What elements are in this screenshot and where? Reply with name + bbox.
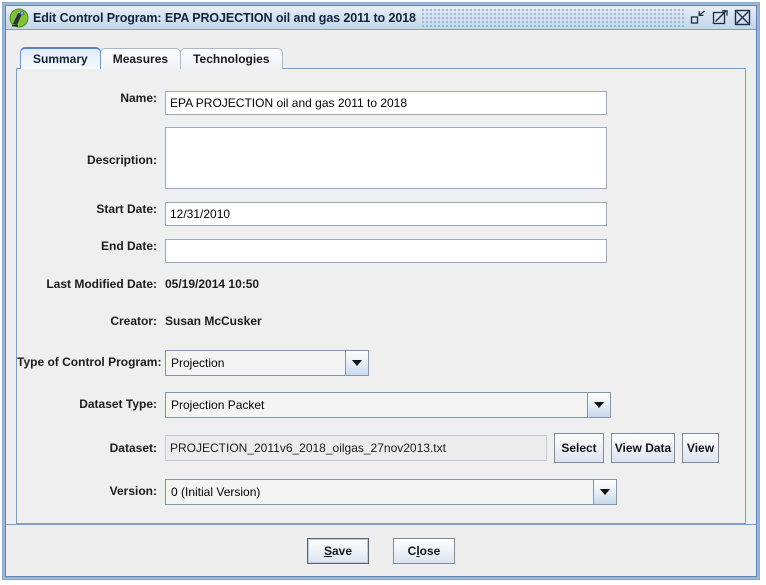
- dataset-type-value: Projection Packet: [166, 393, 587, 417]
- chevron-down-icon[interactable]: [593, 480, 616, 504]
- save-label-rest: ave: [331, 543, 353, 558]
- chevron-down-icon[interactable]: [587, 393, 610, 417]
- field-row-creator: Creator: Susan McCusker: [17, 314, 745, 328]
- smokestack-icon: [9, 8, 29, 28]
- tab-area: Summary Measures Technologies Name: EPA …: [6, 30, 756, 524]
- field-row-dataset-type: Dataset Type: Projection Packet: [17, 392, 745, 418]
- tab-summary[interactable]: Summary: [20, 47, 101, 69]
- control-program-type-combo[interactable]: Projection: [165, 350, 369, 376]
- tab-measures-label: Measures: [112, 52, 169, 66]
- tab-technologies[interactable]: Technologies: [180, 48, 283, 69]
- dataset-type-label: Dataset Type:: [79, 397, 157, 411]
- start-date-label: Start Date:: [96, 202, 157, 216]
- close-button[interactable]: Cl ose: [393, 537, 455, 564]
- save-mnemonic: S: [323, 543, 332, 558]
- window-controls: [684, 9, 754, 26]
- version-label: Version:: [109, 484, 157, 498]
- select-dataset-button[interactable]: Select: [554, 433, 604, 463]
- dataset-input[interactable]: [165, 435, 547, 461]
- view-data-button[interactable]: View Data: [611, 433, 675, 463]
- description-textarea[interactable]: [165, 127, 607, 189]
- last-modified-value: 05/19/2014 10:50: [165, 277, 260, 291]
- field-row-dataset: Dataset: Select View Data View: [17, 433, 745, 463]
- end-date-input[interactable]: [165, 239, 607, 263]
- chevron-down-icon[interactable]: [345, 351, 368, 375]
- save-button[interactable]: Save: [307, 537, 369, 564]
- window-inner: Edit Control Program: EPA PROJECTION oil…: [5, 5, 757, 577]
- creator-value: Susan McCusker: [165, 314, 262, 328]
- view-data-label: View Data: [614, 441, 672, 455]
- summary-tab-panel: Name: Description: Start Date:: [16, 68, 746, 524]
- dataset-label: Dataset:: [109, 441, 157, 455]
- close-label-rest: ose: [419, 543, 441, 558]
- field-row-last-modified: Last Modified Date: 05/19/2014 10:50: [17, 277, 745, 291]
- window-title: Edit Control Program: EPA PROJECTION oil…: [33, 10, 416, 25]
- tab-strip: Summary Measures Technologies: [16, 47, 746, 69]
- tab-summary-label: Summary: [33, 52, 88, 66]
- field-row-description: Description:: [17, 127, 745, 189]
- creator-label: Creator:: [110, 314, 157, 328]
- last-modified-label: Last Modified Date:: [46, 277, 157, 291]
- tab-measures[interactable]: Measures: [99, 48, 182, 69]
- start-date-input[interactable]: [165, 202, 607, 226]
- name-label: Name:: [120, 91, 157, 105]
- view-label: View: [686, 441, 715, 455]
- field-row-end-date: End Date:: [17, 239, 745, 263]
- end-date-label: End Date:: [100, 239, 157, 253]
- restore-window-button[interactable]: [690, 9, 707, 26]
- version-combo[interactable]: 0 (Initial Version): [165, 479, 617, 505]
- dataset-type-combo[interactable]: Projection Packet: [165, 392, 611, 418]
- close-label-first: C: [407, 543, 417, 558]
- view-button[interactable]: View: [682, 433, 719, 463]
- version-value: 0 (Initial Version): [166, 480, 593, 504]
- field-row-start-date: Start Date:: [17, 202, 745, 226]
- name-input[interactable]: [165, 91, 607, 115]
- title-bar-texture: [421, 8, 684, 27]
- edit-control-program-window: Edit Control Program: EPA PROJECTION oil…: [2, 2, 760, 580]
- field-row-control-program-type: Type of Control Program: Projection: [17, 350, 745, 376]
- field-row-version: Version: 0 (Initial Version): [17, 479, 745, 505]
- description-label: Description:: [86, 153, 157, 167]
- tab-technologies-label: Technologies: [193, 52, 270, 66]
- select-dataset-label: Select: [561, 441, 597, 455]
- maximize-window-button[interactable]: [712, 9, 729, 26]
- dialog-button-bar: Save Cl ose: [6, 524, 756, 576]
- close-window-button[interactable]: [734, 9, 751, 26]
- control-program-type-label: Type of Control Program:: [17, 355, 162, 369]
- control-program-type-value: Projection: [166, 351, 345, 375]
- title-bar[interactable]: Edit Control Program: EPA PROJECTION oil…: [6, 6, 756, 30]
- summary-form: Name: Description: Start Date:: [17, 69, 745, 523]
- field-row-name: Name:: [17, 91, 745, 115]
